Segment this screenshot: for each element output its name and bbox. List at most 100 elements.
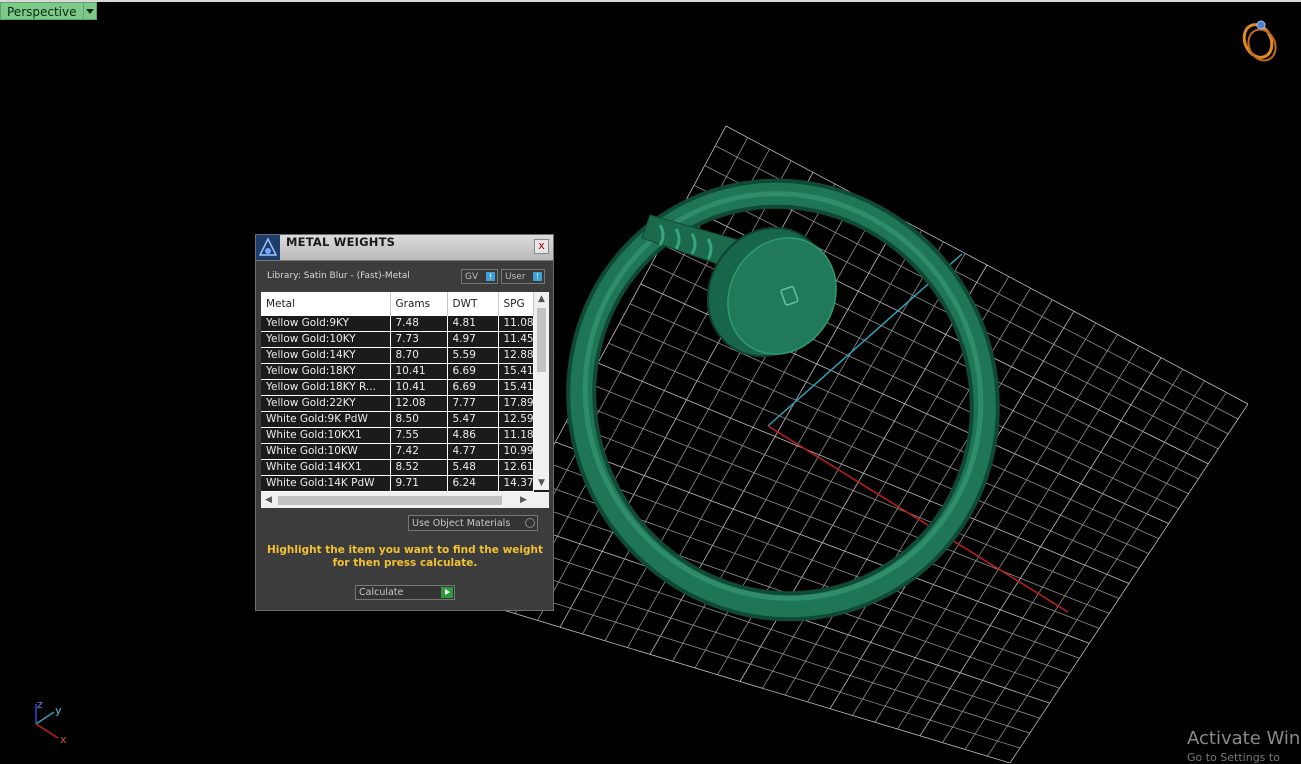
- ring-icon[interactable]: [1239, 20, 1281, 65]
- table-cell: 7.77: [447, 395, 499, 412]
- horizontal-scrollbar[interactable]: ◀ ▶: [261, 492, 549, 508]
- dialog-title: METAL WEIGHTS: [286, 235, 396, 249]
- grid-line: [576, 402, 1110, 614]
- radio-icon[interactable]: [525, 518, 535, 528]
- table-cell: 7.55: [390, 427, 448, 444]
- metal-weights-dialog: METAL WEIGHTS x Library: Satin Blur - (F…: [255, 234, 554, 611]
- axis-gizmo: z y x: [35, 698, 67, 746]
- table-row[interactable]: White Gold:9K PdW 8.50 5.47 12.59: [261, 411, 534, 428]
- table-row[interactable]: Yellow Gold:9KY 7.48 4.81 11.08: [261, 316, 534, 332]
- table-cell: 10.41: [390, 379, 448, 396]
- user-toggle[interactable]: User !: [501, 269, 545, 284]
- table-cell: 7.73: [390, 331, 448, 348]
- grid-line: [501, 540, 1040, 719]
- table-row[interactable]: Yellow Gold:18KY 10.41 6.69 15.41: [261, 363, 534, 380]
- gv-toggle-label: GV: [465, 272, 479, 282]
- table-row[interactable]: White Gold:14K PdW 9.71 6.24 14.37: [261, 475, 534, 492]
- table-cell: 10.41: [390, 363, 448, 380]
- table-row[interactable]: Yellow Gold:14KY 8.70 5.59 12.88: [261, 347, 534, 364]
- scroll-thumb[interactable]: [537, 308, 546, 372]
- table-cell: 5.47: [447, 411, 499, 428]
- table-cell: White Gold:14K PdW: [261, 475, 391, 492]
- gizmo-x-label: x: [60, 733, 67, 746]
- scroll-down-icon[interactable]: ▼: [534, 476, 549, 490]
- table-cell: 7.48: [390, 316, 448, 332]
- table-cell: Yellow Gold:22KY: [261, 395, 391, 412]
- table-cell: White Gold:14KX1: [261, 459, 391, 476]
- table-cell: 15.41: [498, 379, 534, 396]
- scroll-left-icon[interactable]: ◀: [261, 492, 276, 508]
- table-row[interactable]: Yellow Gold:22KY 12.08 7.77 17.89: [261, 395, 534, 412]
- table-cell: 11.08: [498, 316, 534, 332]
- table-cell: 8.52: [390, 459, 448, 476]
- table-cell: 5.48: [447, 459, 499, 476]
- viewport-tab[interactable]: Perspective: [0, 2, 97, 20]
- table-cell: 8.50: [390, 411, 448, 428]
- viewport-name[interactable]: Perspective: [0, 2, 84, 20]
- table-cell: White Gold:10KW: [261, 443, 391, 460]
- ring-model[interactable]: [509, 122, 1057, 677]
- table-cell: 12.08: [390, 395, 448, 412]
- table-cell: Yellow Gold:18KY R...: [261, 379, 391, 396]
- use-object-materials-toggle[interactable]: Use Object Materials: [408, 515, 538, 531]
- scroll-right-icon[interactable]: ▶: [516, 492, 531, 508]
- table-cell: 6.69: [447, 379, 499, 396]
- grid-line: [597, 362, 1130, 584]
- column-header[interactable]: Metal: [261, 292, 391, 316]
- table-row[interactable]: White Gold:10KX1 7.55 4.86 11.18: [261, 427, 534, 444]
- calculate-button[interactable]: Calculate: [355, 585, 455, 600]
- library-label: Library: Satin Blur - (Fast)-Metal: [267, 271, 410, 281]
- table-cell: 8.70: [390, 347, 448, 364]
- metal-table[interactable]: Metal Grams DWT SPG Yellow Gold:9KY 7.48 4…: [261, 292, 534, 492]
- grid-line: [544, 461, 1080, 659]
- gizmo-z-label: z: [37, 698, 43, 711]
- table-cell: 6.24: [447, 475, 499, 492]
- table-cell: 4.81: [447, 316, 499, 332]
- table-row[interactable]: Yellow Gold:18KY R... 10.41 6.69 15.41: [261, 379, 534, 396]
- table-cell: 11.45: [498, 331, 534, 348]
- user-toggle-knob: !: [533, 272, 542, 281]
- table-cell: 4.86: [447, 427, 499, 444]
- table-row[interactable]: White Gold:10KW 7.42 4.77 10.99: [261, 443, 534, 460]
- calculate-label: Calculate: [359, 587, 404, 598]
- table-cell: 4.77: [447, 443, 499, 460]
- column-header[interactable]: Grams: [390, 292, 448, 316]
- instruction-text: Highlight the item you want to find the …: [267, 544, 543, 569]
- scroll-up-icon[interactable]: ▲: [534, 292, 549, 306]
- metal-table-container[interactable]: Metal Grams DWT SPG Yellow Gold:9KY 7.48 4…: [261, 292, 549, 508]
- app-logo-icon: [256, 235, 280, 260]
- viewport-dropdown-icon[interactable]: [83, 2, 97, 20]
- table-cell: 12.88: [498, 347, 534, 364]
- table-row[interactable]: White Gold:14KX1 8.52 5.48 12.61: [261, 459, 534, 476]
- table-cell: 12.61: [498, 459, 534, 476]
- use-object-materials-label: Use Object Materials: [412, 518, 511, 529]
- close-icon[interactable]: x: [534, 239, 549, 254]
- vertical-scrollbar[interactable]: ▲ ▼: [534, 292, 549, 490]
- column-header[interactable]: DWT: [447, 292, 499, 316]
- table-cell: Yellow Gold:14KY: [261, 347, 391, 364]
- table-cell: 5.59: [447, 347, 499, 364]
- table-cell: 6.69: [447, 363, 499, 380]
- table-cell: 11.18: [498, 427, 534, 444]
- table-header-row: Metal Grams DWT SPG: [261, 292, 534, 316]
- scroll-thumb[interactable]: [278, 496, 502, 505]
- table-cell: 7.42: [390, 443, 448, 460]
- table-row[interactable]: Yellow Gold:10KY 7.73 4.97 11.45: [261, 331, 534, 348]
- table-cell: 12.59: [498, 411, 534, 428]
- table-cell: 15.41: [498, 363, 534, 380]
- grid-line: [1009, 403, 1249, 763]
- activation-watermark-sub: Go to Settings to: [1187, 751, 1280, 764]
- grid-line: [807, 299, 1053, 703]
- dialog-header[interactable]: METAL WEIGHTS x: [256, 235, 553, 261]
- table-cell: 4.97: [447, 331, 499, 348]
- table-cell: Yellow Gold:18KY: [261, 363, 391, 380]
- gv-toggle[interactable]: GV !: [461, 269, 498, 284]
- table-cell: 9.71: [390, 475, 448, 492]
- column-header[interactable]: SPG: [498, 292, 534, 316]
- play-icon[interactable]: [441, 587, 453, 598]
- table-cell: 14.37: [498, 475, 534, 492]
- table-cell: White Gold:10KX1: [261, 427, 391, 444]
- gv-toggle-knob: !: [486, 272, 495, 281]
- viewport-scene[interactable]: z y x: [0, 0, 1301, 763]
- table-cell: 17.89: [498, 395, 534, 412]
